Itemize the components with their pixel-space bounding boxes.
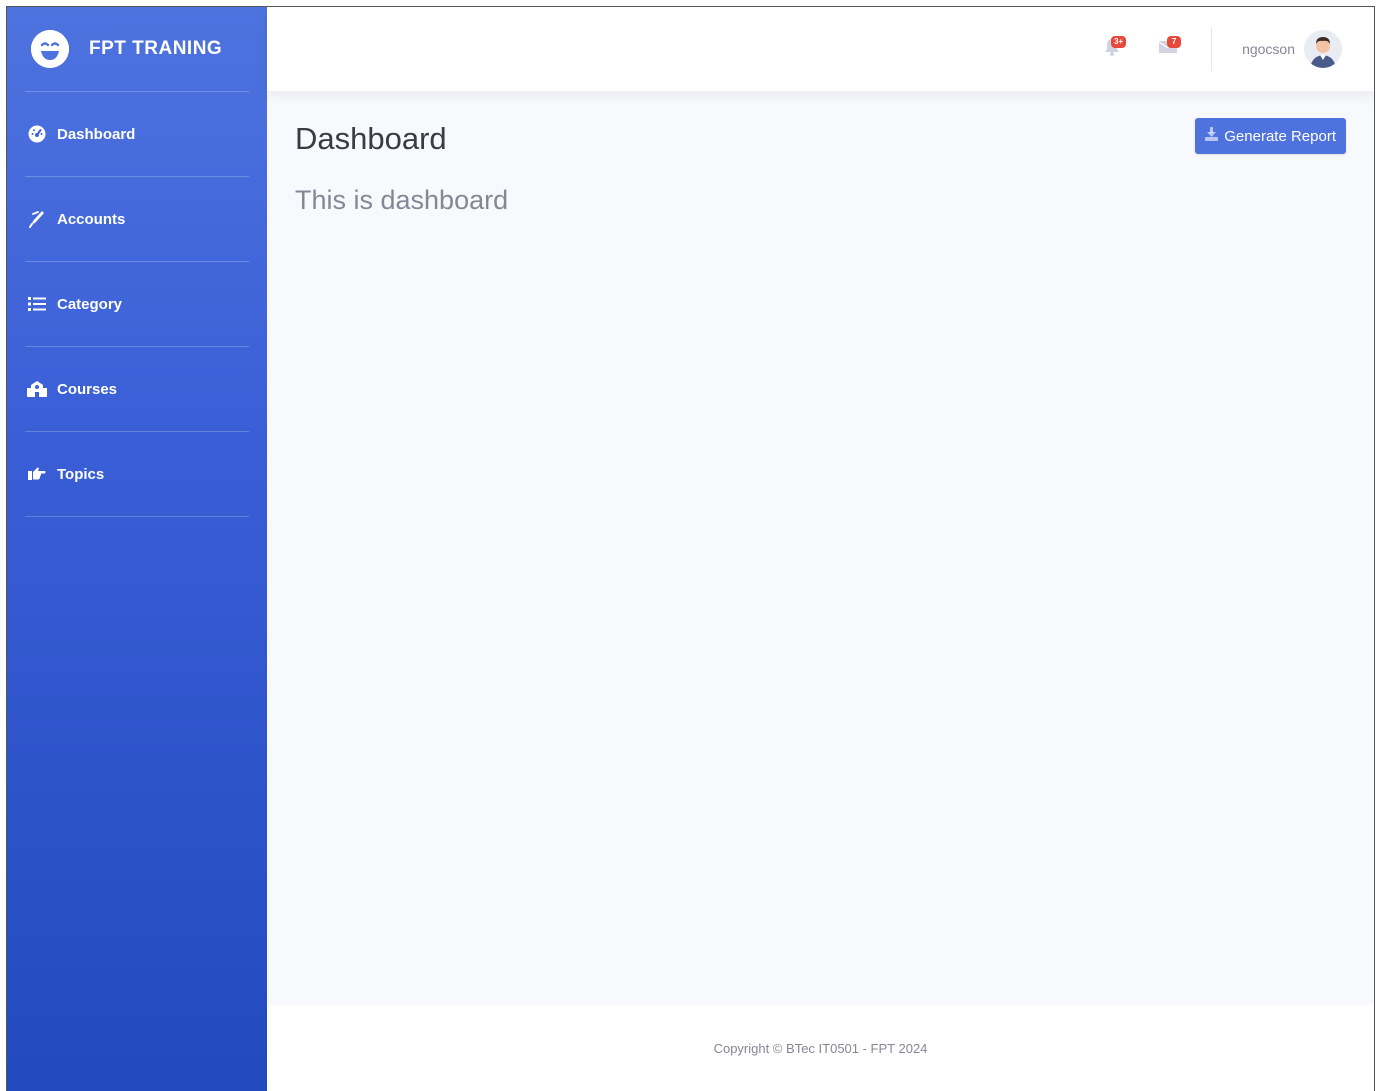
alerts-badge: 3+ [1111,36,1127,48]
hand-point-right-icon [27,465,47,483]
username: ngocson [1242,41,1295,57]
generate-report-label: Generate Report [1224,127,1336,145]
sidebar-item-label: Accounts [57,210,126,228]
sidebar-item-accounts[interactable]: Accounts [7,177,267,261]
sidebar-item-courses[interactable]: Courses [7,347,267,431]
footer: Copyright © BTec IT0501 - FPT 2024 [267,1005,1374,1091]
sidebar-item-topics[interactable]: Topics [7,432,267,516]
page-title: Dashboard [295,121,447,156]
school-icon [27,380,47,398]
sidebar: FPT TRANING Dashboard Accounts Category … [7,7,267,1091]
list-icon [27,295,47,313]
sidebar-item-label: Courses [57,380,118,398]
alerts-dropdown[interactable]: 3+ [1097,34,1127,64]
tachometer-icon [27,125,47,143]
topbar-divider [1211,27,1213,71]
sidebar-item-label: Category [57,295,123,313]
sidebar-item-category[interactable]: Category [7,262,267,346]
generate-report-button[interactable]: Generate Report [1195,118,1346,154]
sidebar-item-dashboard[interactable]: Dashboard [7,92,267,176]
user-dropdown[interactable]: ngocson [1242,30,1342,68]
messages-badge: 7 [1167,36,1182,48]
sidebar-divider [25,516,249,517]
topbar: 3+ 7 ngocson [267,7,1374,91]
sidebar-item-label: Dashboard [57,125,136,143]
main-area: 3+ 7 ngocson Dashboard Generate Report T… [267,7,1374,1091]
app-window: FPT TRANING Dashboard Accounts Category … [6,6,1375,1091]
page-content: Dashboard Generate Report This is dashbo… [267,91,1374,1005]
copyright-text: Copyright © BTec IT0501 - FPT 2024 [713,1040,928,1056]
sidebar-item-label: Topics [57,465,105,483]
messages-dropdown[interactable]: 7 [1153,34,1183,64]
download-icon [1205,127,1219,145]
sidebar-brand[interactable]: FPT TRANING [7,7,267,91]
dashboard-text: This is dashboard [295,185,509,215]
pen-icon [27,210,47,228]
avatar [1304,30,1342,68]
laugh-wink-icon [31,30,69,68]
brand-title: FPT TRANING [89,38,223,59]
